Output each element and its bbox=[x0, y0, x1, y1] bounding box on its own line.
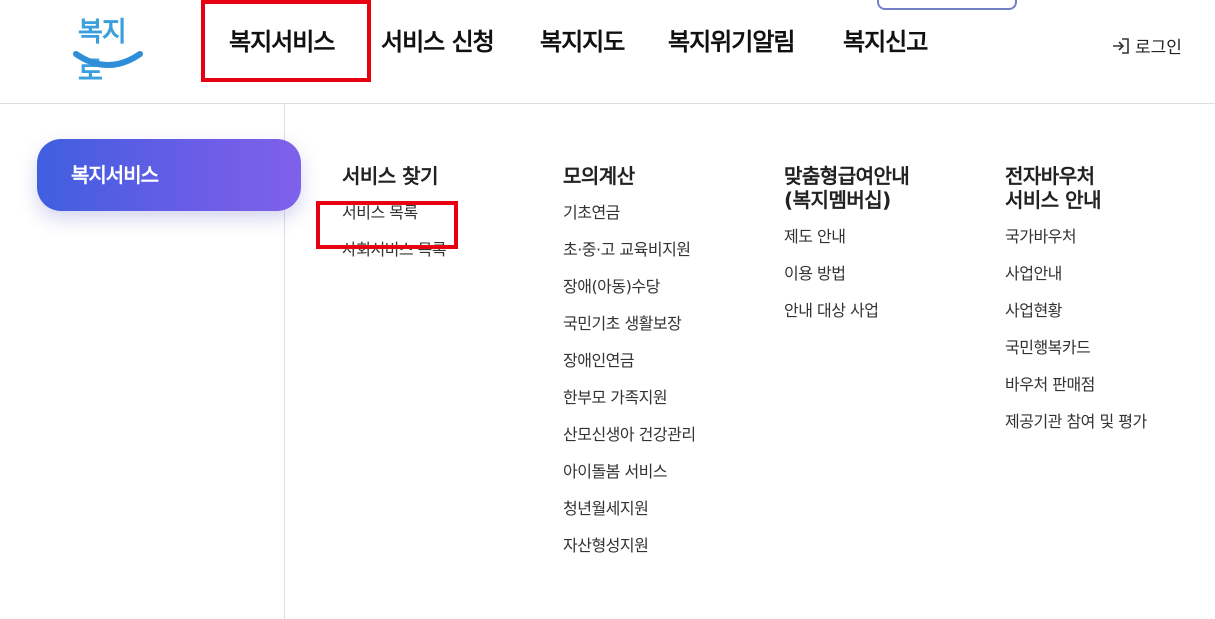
menu-item[interactable]: 제도 안내 bbox=[784, 227, 909, 247]
login-arrow-icon bbox=[1113, 37, 1129, 54]
highlight-box-service-list bbox=[316, 201, 458, 249]
logo-smile-icon bbox=[73, 51, 143, 68]
column-title: 모의계산 bbox=[563, 164, 635, 188]
menu-item[interactable]: 국민기초 생활보장 bbox=[563, 314, 696, 334]
menu-item[interactable]: 청년월세지원 bbox=[563, 499, 696, 519]
menu-item[interactable]: 장애인연금 bbox=[563, 351, 696, 371]
menu-item[interactable]: 장애(아동)수당 bbox=[563, 277, 696, 297]
gnb-item-crisis-alert[interactable]: 복지위기알림 bbox=[668, 24, 795, 60]
column-title: 서비스 찾기 bbox=[342, 164, 438, 188]
gnb-tooltip-tab bbox=[877, 0, 1017, 10]
menu-item[interactable]: 초·중·고 교육비지원 bbox=[563, 240, 696, 260]
sidebar-active-menu[interactable]: 복지서비스 bbox=[37, 139, 301, 211]
column-list: 제도 안내 이용 방법 안내 대상 사업 bbox=[784, 227, 909, 321]
column-title: 맞춤형급여안내 (복지멤버십) bbox=[784, 164, 910, 212]
login-label: 로그인 bbox=[1135, 38, 1182, 58]
menu-item[interactable]: 이용 방법 bbox=[784, 264, 909, 284]
menu-item[interactable]: 안내 대상 사업 bbox=[784, 301, 909, 321]
menu-item[interactable]: 자산형성지원 bbox=[563, 536, 696, 556]
menu-column-simulation: 모의계산 기초연금 초·중·고 교육비지원 장애(아동)수당 국민기초 생활보장… bbox=[563, 164, 696, 573]
gnb-item-welfare-report[interactable]: 복지신고 bbox=[843, 24, 928, 60]
menu-column-e-voucher: 전자바우처 서비스 안내 국가바우처 사업안내 사업현황 국민행복카드 바우처 … bbox=[1005, 164, 1147, 449]
menu-item[interactable]: 국민행복카드 bbox=[1005, 338, 1147, 358]
menu-item[interactable]: 아이돌봄 서비스 bbox=[563, 462, 696, 482]
gnb-item-service-apply[interactable]: 서비스 신청 bbox=[381, 24, 495, 60]
menu-item[interactable]: 한부모 가족지원 bbox=[563, 388, 696, 408]
menu-column-custom-benefit: 맞춤형급여안내 (복지멤버십) 제도 안내 이용 방법 안내 대상 사업 bbox=[784, 164, 910, 338]
gnb-item-welfare-map[interactable]: 복지지도 bbox=[540, 24, 625, 60]
menu-item[interactable]: 기초연금 bbox=[563, 203, 696, 223]
column-list: 국가바우처 사업안내 사업현황 국민행복카드 바우처 판매점 제공기관 참여 및… bbox=[1005, 227, 1147, 432]
menu-item[interactable]: 국가바우처 bbox=[1005, 227, 1147, 247]
site-logo[interactable]: 복지로 bbox=[72, 10, 144, 87]
menu-item[interactable]: 사업현황 bbox=[1005, 301, 1147, 321]
highlight-box-gnb bbox=[201, 0, 371, 82]
menu-item[interactable]: 산모신생아 건강관리 bbox=[563, 425, 696, 445]
site-header: 복지로 복지서비스 서비스 신청 복지지도 복지위기알림 복지신고 로그인 bbox=[0, 0, 1215, 104]
column-list: 기초연금 초·중·고 교육비지원 장애(아동)수당 국민기초 생활보장 장애인연… bbox=[563, 203, 696, 556]
column-title: 전자바우처 서비스 안내 bbox=[1005, 164, 1101, 212]
menu-item[interactable]: 사업안내 bbox=[1005, 264, 1147, 284]
menu-item[interactable]: 제공기관 참여 및 평가 bbox=[1005, 412, 1147, 432]
menu-item[interactable]: 바우처 판매점 bbox=[1005, 375, 1147, 395]
login-link[interactable]: 로그인 bbox=[1111, 33, 1182, 58]
